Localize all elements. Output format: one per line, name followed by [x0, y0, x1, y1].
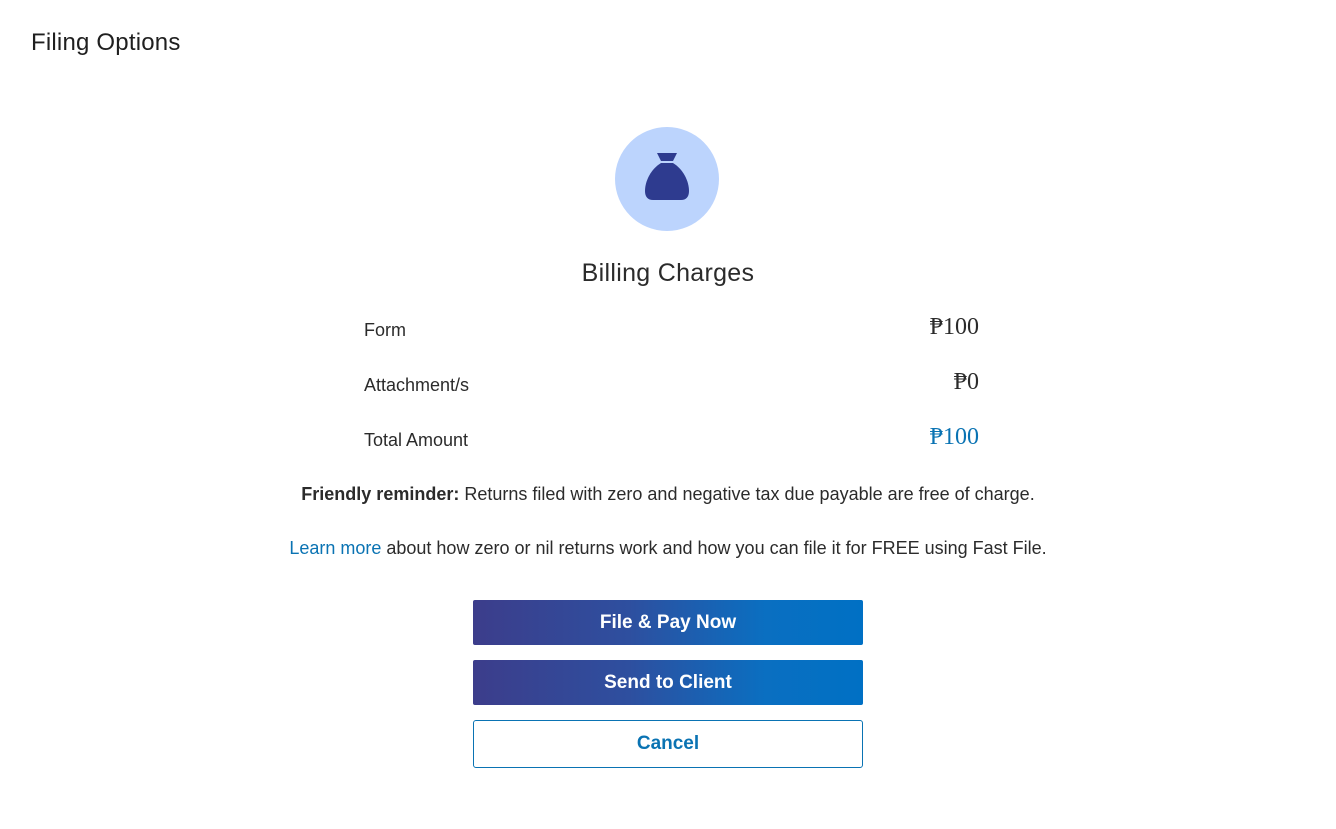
friendly-reminder: Friendly reminder: Returns filed with ze… — [0, 484, 1336, 505]
send-to-client-button[interactable]: Send to Client — [473, 660, 863, 705]
money-bag-icon-graphic — [645, 153, 689, 200]
file-pay-now-button[interactable]: File & Pay Now — [473, 600, 863, 645]
learn-more-text: about how zero or nil returns work and h… — [381, 538, 1047, 558]
charge-label: Form — [364, 320, 406, 340]
billing-charges-title: Billing Charges — [581, 259, 755, 287]
reminder-text: Returns filed with zero and negative tax… — [459, 484, 1035, 504]
charge-value: ₱0 — [953, 369, 979, 395]
charge-row-form: Form ₱100 — [364, 314, 979, 346]
reminder-heading: Friendly reminder: — [301, 484, 460, 504]
cancel-button[interactable]: Cancel — [473, 720, 863, 768]
page-title: Filing Options — [31, 29, 181, 56]
total-value: ₱100 — [929, 424, 979, 450]
learn-more-link[interactable]: Learn more — [289, 538, 381, 558]
charge-row-attachments: Attachment/s ₱0 — [364, 369, 979, 401]
charge-label: Attachment/s — [364, 375, 470, 395]
charge-row-total: Total Amount ₱100 — [364, 424, 979, 456]
charge-value: ₱100 — [929, 314, 979, 340]
money-bag-icon — [615, 127, 719, 231]
learn-more-note: Learn more about how zero or nil returns… — [0, 538, 1336, 559]
total-label: Total Amount — [364, 430, 469, 450]
filing-options-page: Filing Options Billing Charges Form ₱100… — [0, 0, 1336, 829]
